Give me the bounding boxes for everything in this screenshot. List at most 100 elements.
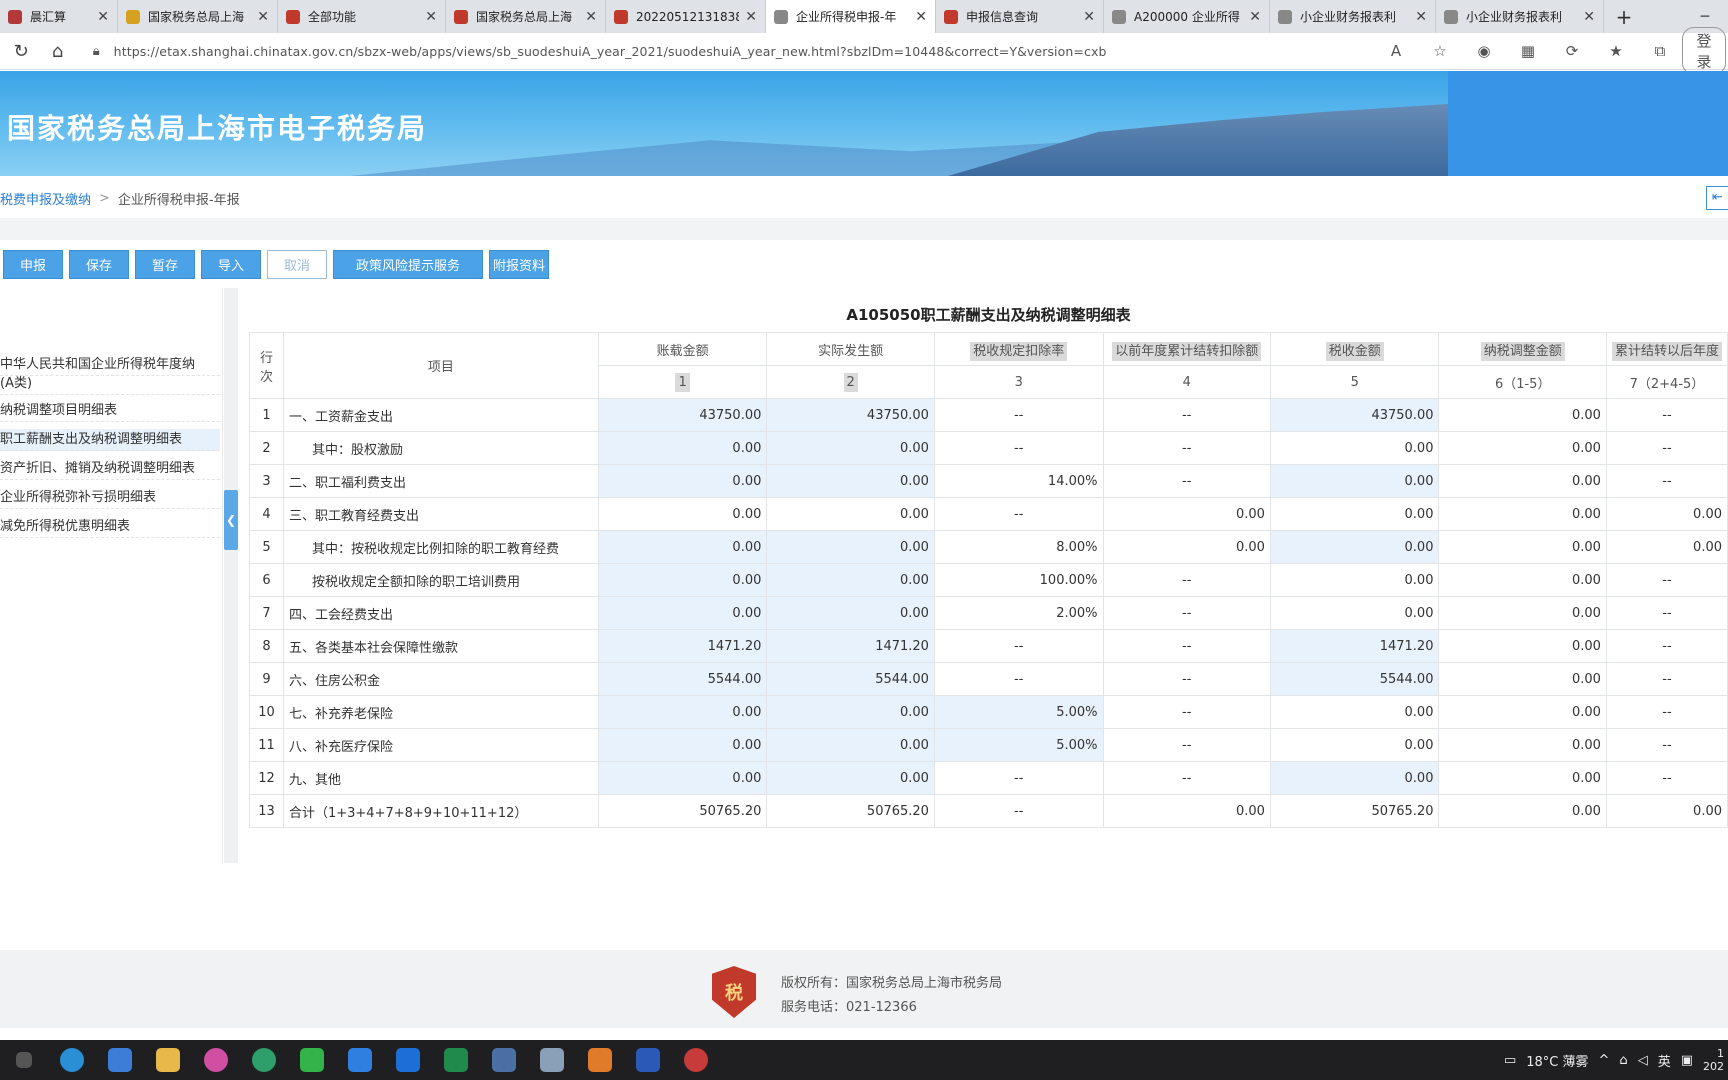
- minimize-icon[interactable]: ─: [1682, 9, 1728, 25]
- footer-copyright: 版权所有：国家税务总局上海市税务局: [781, 976, 1003, 991]
- declare-button[interactable]: 申报: [3, 250, 63, 279]
- breadcrumb-root-link[interactable]: 税费申报及缴纳: [0, 189, 91, 208]
- editable-amount-cell[interactable]: 0.00: [597, 596, 768, 630]
- editable-amount-cell[interactable]: 0.00: [766, 596, 935, 630]
- favorite-star-icon[interactable]: ☆: [1418, 42, 1462, 60]
- close-tab-icon[interactable]: ✕: [425, 9, 437, 25]
- attachments-button[interactable]: 附报资料: [489, 250, 549, 279]
- sidenav-item-adjustments[interactable]: 纳税调整项目明细表: [0, 400, 220, 422]
- close-tab-icon[interactable]: ✕: [97, 9, 109, 25]
- clock[interactable]: 1 202: [1703, 1047, 1724, 1073]
- cancel-button[interactable]: 取消: [267, 250, 327, 279]
- editable-amount-cell[interactable]: 0.00: [766, 530, 935, 564]
- home-icon[interactable]: ⌂: [42, 35, 72, 67]
- editable-amount-cell[interactable]: 0.00: [597, 464, 768, 498]
- editable-amount-cell[interactable]: 5544.00: [597, 662, 768, 696]
- editable-amount-cell[interactable]: 5.00%: [933, 728, 1104, 762]
- editable-amount-cell[interactable]: 0.00: [597, 728, 768, 762]
- browser-tab[interactable]: 国家税务总局上海 ✕: [118, 0, 278, 33]
- browser-tab[interactable]: A200000 企业所得 ✕: [1104, 0, 1270, 33]
- browser-tab[interactable]: 全部功能 ✕: [278, 0, 446, 33]
- close-tab-icon[interactable]: ✕: [585, 9, 597, 25]
- weather-icon[interactable]: ▭: [1504, 1053, 1516, 1068]
- excel-icon[interactable]: [432, 1040, 480, 1080]
- close-tab-icon[interactable]: ✕: [915, 9, 927, 25]
- close-tab-icon[interactable]: ✕: [257, 9, 269, 25]
- wechat-icon[interactable]: [288, 1040, 336, 1080]
- file-explorer-icon[interactable]: [144, 1040, 192, 1080]
- editable-amount-cell[interactable]: 1471.20: [766, 629, 935, 663]
- color-app-icon[interactable]: [192, 1040, 240, 1080]
- sidenav-item-loss[interactable]: 企业所得税弥补亏损明细表: [0, 487, 220, 509]
- close-tab-icon[interactable]: ✕: [1083, 9, 1095, 25]
- favorites-icon[interactable]: ★: [1594, 42, 1638, 60]
- policy-risk-button[interactable]: 政策风险提示服务: [333, 250, 483, 279]
- ime-indicator[interactable]: 英: [1658, 1051, 1671, 1070]
- blue-app-icon[interactable]: [384, 1040, 432, 1080]
- editable-amount-cell[interactable]: 5.00%: [933, 695, 1104, 729]
- exit-icon[interactable]: ⇤: [1706, 186, 1728, 210]
- edge-icon[interactable]: [48, 1040, 96, 1080]
- browser-tab[interactable]: 晨汇算 ✕: [0, 0, 118, 33]
- paint-app-icon[interactable]: [576, 1040, 624, 1080]
- editable-amount-cell[interactable]: 0.00: [1269, 761, 1440, 795]
- browser-tab[interactable]: 申报信息查询 ✕: [936, 0, 1104, 33]
- browser-tab[interactable]: 20220512131838 ✕: [606, 0, 766, 33]
- collections-panel-icon[interactable]: ⧉: [1638, 42, 1682, 60]
- editable-amount-cell[interactable]: 0.00: [766, 728, 935, 762]
- temp-save-button[interactable]: 暂存: [135, 250, 195, 279]
- url-field[interactable]: 🔒︎ https://etax.shanghai.chinatax.gov.cn…: [93, 37, 1374, 65]
- editable-amount-cell[interactable]: 5544.00: [766, 662, 935, 696]
- editable-amount-cell[interactable]: 0.00: [597, 761, 768, 795]
- editable-amount-cell[interactable]: 1471.20: [1269, 629, 1440, 663]
- word-icon[interactable]: [624, 1040, 672, 1080]
- extension-icon[interactable]: ◉: [1462, 42, 1506, 60]
- editable-amount-cell[interactable]: 0.00: [766, 464, 935, 498]
- editable-amount-cell[interactable]: 0.00: [766, 431, 935, 465]
- sidenav-item-tax-relief[interactable]: 减免所得税优惠明细表: [0, 516, 220, 538]
- sidenav-item-salary[interactable]: 职工薪酬支出及纳税调整明细表: [0, 429, 220, 451]
- close-tab-icon[interactable]: ✕: [745, 9, 757, 25]
- task-view-icon[interactable]: [0, 1040, 48, 1080]
- editable-amount-cell[interactable]: 43750.00: [766, 398, 935, 432]
- editable-amount-cell[interactable]: 0.00: [597, 563, 768, 597]
- editable-amount-cell[interactable]: 0.00: [766, 695, 935, 729]
- refresh-icon[interactable]: ↻: [6, 35, 36, 67]
- tray-arrow-icon[interactable]: ^: [1599, 1053, 1610, 1068]
- video-app-icon[interactable]: [336, 1040, 384, 1080]
- tax-client-icon[interactable]: [528, 1040, 576, 1080]
- network-icon[interactable]: ⌂: [1619, 1053, 1627, 1068]
- calculator-icon[interactable]: [480, 1040, 528, 1080]
- editable-amount-cell[interactable]: 0.00: [597, 530, 768, 564]
- editable-amount-cell[interactable]: 0.00: [766, 563, 935, 597]
- search-app-icon[interactable]: [240, 1040, 288, 1080]
- recorder-icon[interactable]: [672, 1040, 720, 1080]
- sidenav-item-depreciation[interactable]: 资产折旧、摊销及纳税调整明细表: [0, 458, 220, 480]
- save-button[interactable]: 保存: [69, 250, 129, 279]
- close-tab-icon[interactable]: ✕: [1249, 9, 1261, 25]
- collections-icon[interactable]: ▦: [1506, 42, 1550, 60]
- tray-app-icon[interactable]: ▣: [1681, 1053, 1693, 1068]
- sync-icon[interactable]: ⟳: [1550, 42, 1594, 60]
- browser-tab[interactable]: 企业所得税申报-年 ✕: [766, 0, 936, 33]
- editable-amount-cell[interactable]: 5544.00: [1269, 662, 1440, 696]
- editable-amount-cell[interactable]: 0.00: [1269, 530, 1440, 564]
- editable-amount-cell[interactable]: 0.00: [597, 431, 768, 465]
- read-aloud-icon[interactable]: A: [1374, 42, 1418, 60]
- editable-amount-cell[interactable]: 0.00: [1269, 464, 1440, 498]
- volume-icon[interactable]: ◁: [1638, 1053, 1648, 1068]
- editable-amount-cell[interactable]: 0.00: [597, 695, 768, 729]
- editable-amount-cell[interactable]: 43750.00: [1269, 398, 1440, 432]
- weather-text[interactable]: 18°C 薄雾: [1526, 1051, 1588, 1070]
- editable-amount-cell[interactable]: 1471.20: [597, 629, 768, 663]
- import-button[interactable]: 导入: [201, 250, 261, 279]
- store-icon[interactable]: [96, 1040, 144, 1080]
- close-tab-icon[interactable]: ✕: [1583, 9, 1595, 25]
- collapse-sidenav-icon[interactable]: ❮: [224, 490, 238, 550]
- sidenav-item-main-form-sub[interactable]: (A类): [0, 373, 220, 395]
- editable-amount-cell[interactable]: 43750.00: [597, 398, 768, 432]
- login-button[interactable]: 登录: [1682, 27, 1727, 75]
- close-tab-icon[interactable]: ✕: [1415, 9, 1427, 25]
- editable-amount-cell[interactable]: 0.00: [766, 761, 935, 795]
- browser-tab[interactable]: 国家税务总局上海 ✕: [446, 0, 606, 33]
